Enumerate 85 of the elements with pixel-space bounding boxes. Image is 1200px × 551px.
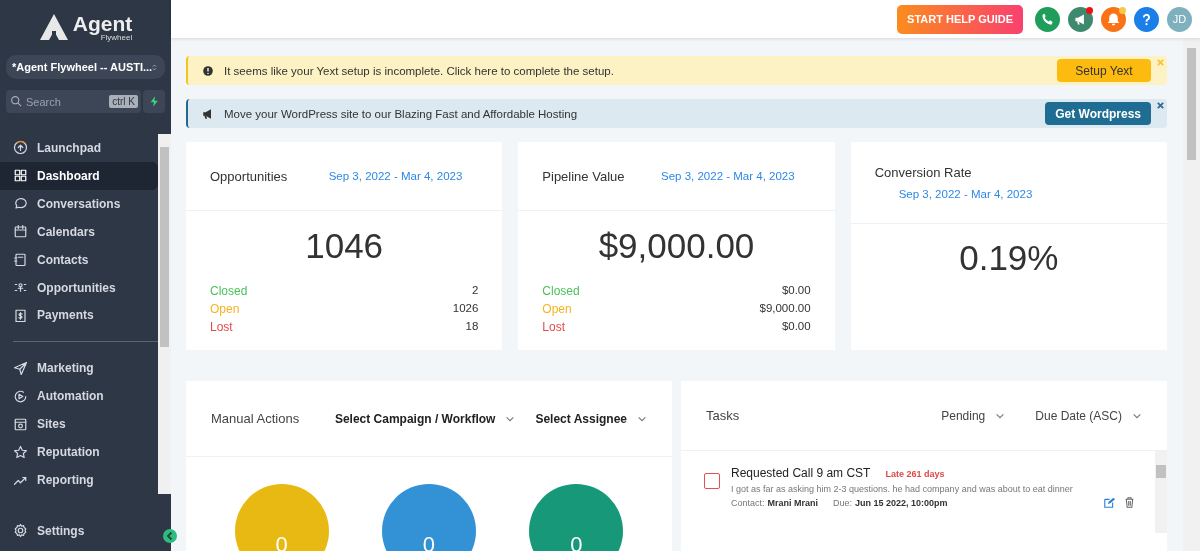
date-range-link[interactable]: Sep 3, 2022 - Mar 4, 2023 [898, 188, 1033, 200]
contact-name: Mrani Mrani [767, 497, 819, 508]
breakdown-label: Lost [542, 320, 565, 334]
calendar-icon [13, 224, 28, 240]
due-date: Jun 15 2022, 10:00pm [855, 497, 948, 508]
nav-item[interactable]: Contacts [0, 245, 158, 274]
keyboard-shortcut: ctrl K [109, 95, 138, 108]
field-label: Due: [833, 497, 853, 508]
close-button[interactable] [1156, 100, 1166, 110]
breakdown-value: 2 [471, 284, 479, 298]
grid-icon [13, 168, 28, 184]
dropdown[interactable]: Select Assignee [535, 411, 647, 426]
nav-item[interactable]: Payments [0, 301, 158, 330]
play-circle-icon [13, 388, 28, 404]
nav-item[interactable]: Sites [0, 410, 158, 439]
exclamation-circle-icon [202, 64, 214, 77]
rocket-icon [13, 140, 28, 156]
account-switcher[interactable]: *Agent Flywheel -- AUSTI... [6, 55, 165, 79]
card-title: Conversion Rate [874, 165, 972, 180]
logo-mark-icon [38, 13, 69, 41]
scrollbar[interactable] [1183, 38, 1200, 551]
paper-plane-icon [13, 360, 28, 376]
edit-icon[interactable] [1104, 497, 1115, 508]
notification-dot [1119, 6, 1126, 14]
dropdown[interactable]: Select Campaign / Workflow [334, 411, 516, 426]
banner-button[interactable]: Get Wordpress [1045, 102, 1151, 125]
task-title: Requested Call 9 am CST [731, 466, 871, 480]
notification-dot [1086, 6, 1093, 14]
nav-item[interactable]: Launchpad [0, 134, 158, 162]
card-title: Pipeline Value [542, 168, 625, 184]
bell-button[interactable] [1101, 6, 1126, 32]
stat-value: 0.19% [958, 237, 1060, 279]
nav-item[interactable]: Marketing [0, 354, 158, 383]
close-icon [1156, 57, 1165, 67]
nav-item[interactable]: Automation [0, 382, 158, 411]
nav-item[interactable]: Conversations [0, 189, 158, 218]
receipt-icon [13, 308, 28, 323]
scrollbar[interactable] [1155, 451, 1167, 533]
nav-item[interactable]: Dashboard [0, 161, 158, 190]
panel-title: Manual Actions [211, 411, 301, 426]
breakdown-label: Open [210, 302, 240, 316]
megaphone-icon [202, 107, 214, 120]
address-book-icon [13, 252, 28, 268]
settings-icon [13, 523, 28, 539]
browser-window-icon [13, 416, 28, 432]
nav-item[interactable]: Opportunities [0, 273, 158, 302]
banner-button[interactable]: Setup Yext [1057, 59, 1151, 82]
banner-message: Move your WordPress site to our Blazing Fast and Affordable Hosting [224, 107, 579, 120]
late-label: Late 261 days [885, 469, 945, 479]
nav-item[interactable]: Reporting [0, 466, 158, 495]
stat-value: $9,000.00 [597, 225, 756, 267]
breakdown-label: Open [542, 302, 572, 316]
breakdown-value: 1026 [452, 302, 479, 316]
scrollbar[interactable] [158, 134, 171, 494]
dropdown[interactable]: Pending [941, 408, 1006, 423]
nav-item[interactable]: Reputation [0, 438, 158, 467]
nav-item[interactable]: Calendars [0, 217, 158, 246]
breakdown-label: Closed [542, 284, 580, 298]
breakdown-label: Closed [210, 284, 248, 298]
collapse-button[interactable] [163, 529, 177, 543]
phone-button[interactable] [1035, 6, 1060, 32]
trash-icon[interactable] [1124, 497, 1135, 508]
quick-action-button[interactable] [143, 90, 165, 113]
logo-subtitle: Flywheel [100, 33, 133, 42]
dropdown[interactable]: Due Date (ASC) [1035, 408, 1142, 423]
banner-message[interactable]: It seems like your Yext setup is incomplete. Click here to complete the setup. [224, 64, 1057, 77]
date-range-link[interactable]: Sep 3, 2022 - Mar 4, 2023 [661, 170, 795, 182]
checkbox[interactable] [704, 473, 720, 489]
task-note: I got as far as asking him 2-3 questions. he had company and was about to eat dinner [731, 484, 1074, 494]
breakdown-value: 18 [465, 320, 479, 334]
breakdown-value: $0.00 [781, 284, 811, 298]
date-range-link[interactable]: Sep 3, 2022 - Mar 4, 2023 [328, 170, 463, 182]
logo-title: Agent [72, 12, 133, 34]
breakdown-label: Lost [210, 320, 233, 334]
help-button[interactable] [1134, 6, 1159, 32]
megaphone-button[interactable] [1068, 6, 1093, 32]
breakdown-value: $9,000.00 [759, 302, 811, 316]
card-title: Opportunities [210, 168, 288, 184]
panel-title: Tasks [706, 408, 741, 423]
star-icon [13, 444, 28, 460]
field-label: Contact: [731, 497, 765, 508]
stat-value: 1046 [304, 225, 385, 267]
chat-bubble-icon [13, 196, 28, 212]
breakdown-value: $0.00 [781, 320, 811, 334]
settings-link[interactable]: Settings [0, 516, 140, 545]
